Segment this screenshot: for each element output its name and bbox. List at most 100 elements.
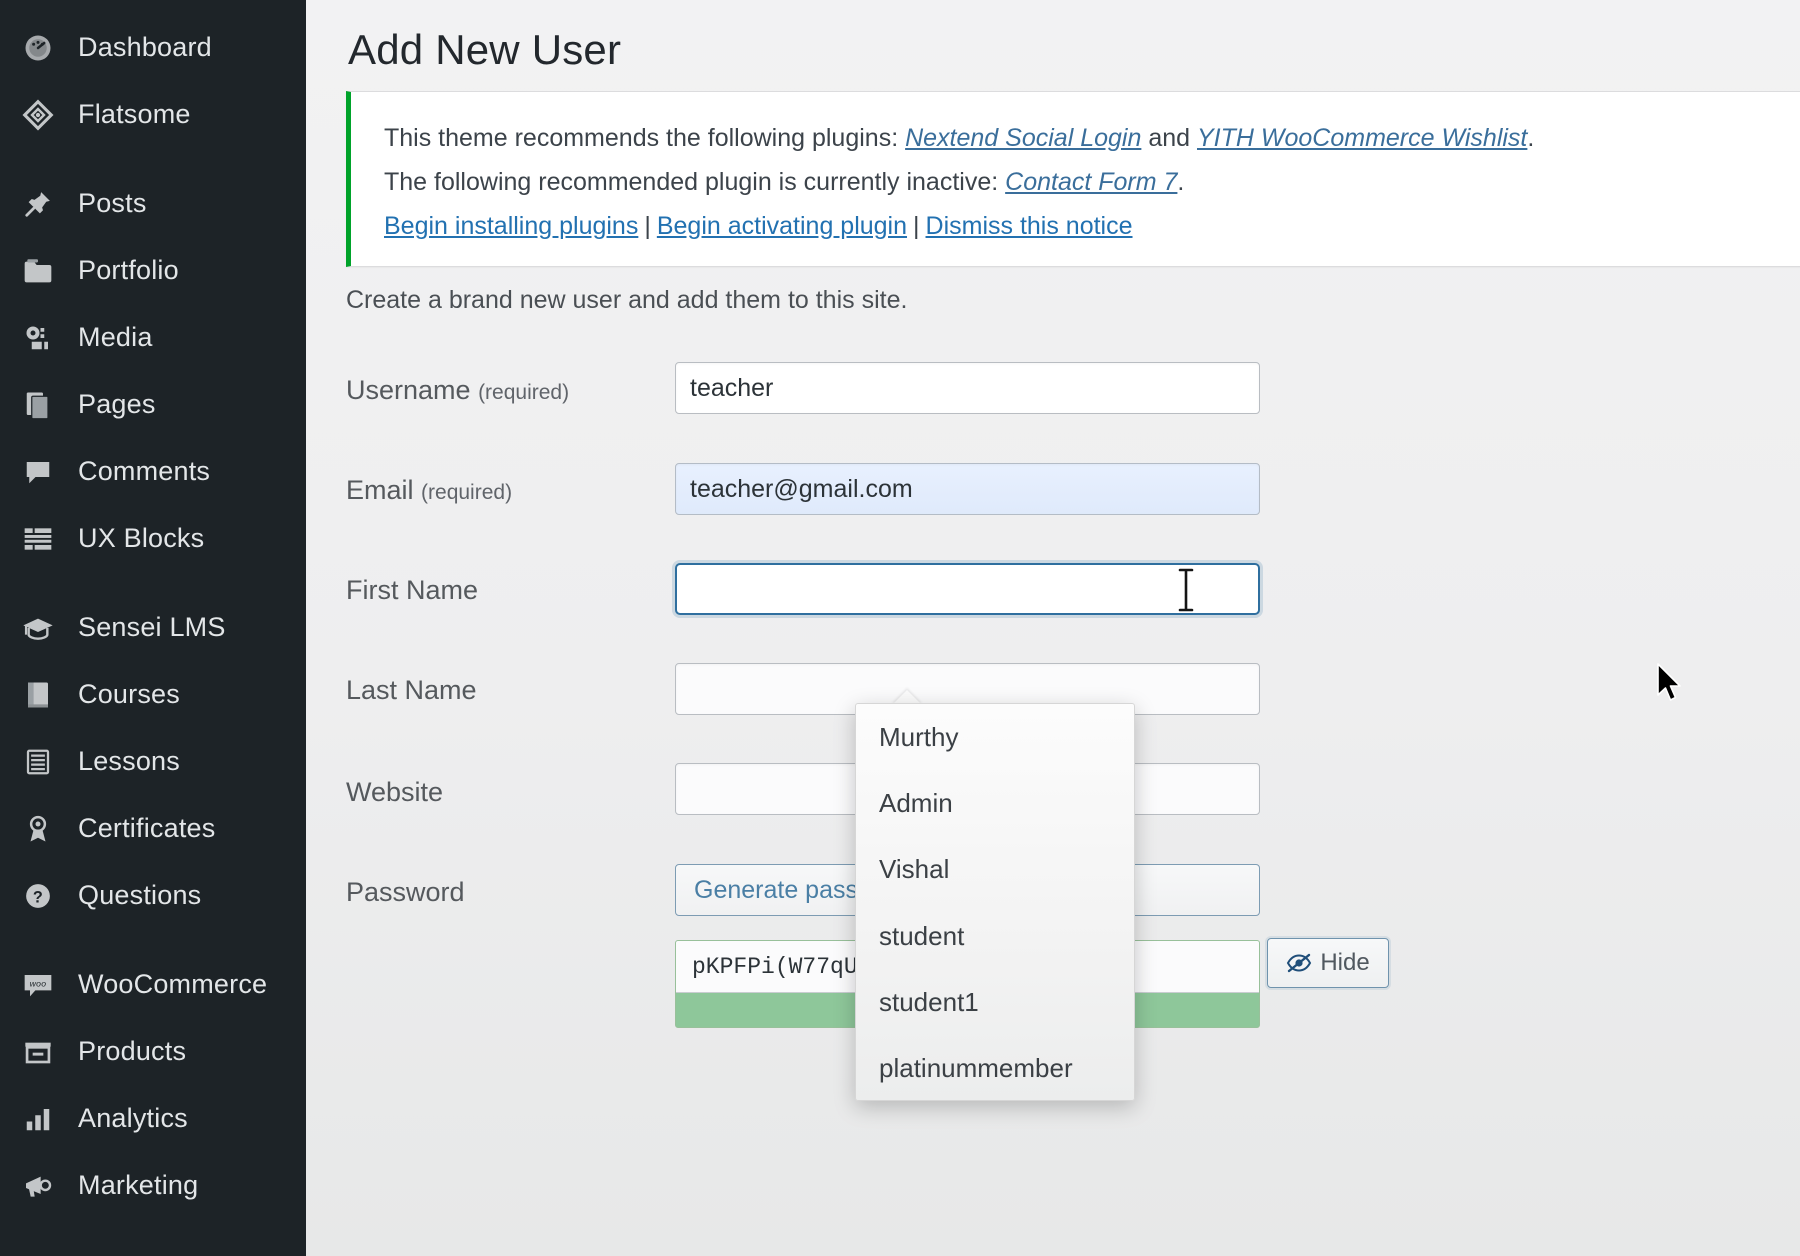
sidebar-item-label: Flatsome [78,99,191,129]
autocomplete-option[interactable]: student1 [856,969,1134,1035]
dashboard-icon [14,28,62,68]
sidebar-divider [0,1219,306,1241]
sidebar-item-label: Dashboard [78,32,212,62]
book-icon [14,675,62,715]
autocomplete-option[interactable]: platinummember [856,1035,1134,1100]
flatsome-diamond-icon [14,95,62,135]
username-label: Username (required) [346,375,569,406]
page-title: Add New User [348,26,622,73]
hide-button-label: Hide [1320,949,1370,976]
list-icon [14,742,62,782]
folder-icon [14,251,62,291]
blocks-icon [14,519,62,559]
username-label-text: Username [346,375,471,405]
sidebar-item-label: Comments [78,456,211,486]
username-required-note: (required) [478,381,570,404]
intro-text: Create a brand new user and add them to … [346,286,908,314]
notice-text-and: and [1148,124,1191,152]
action-divider: | [913,212,920,240]
sidebar-item-label: Posts [78,188,147,218]
sidebar-item-courses[interactable]: Courses [0,661,306,728]
dismiss-this-notice-link[interactable]: Dismiss this notice [926,212,1133,240]
product-box-icon [14,1032,62,1072]
autocomplete-option[interactable]: Vishal [856,837,1134,903]
sidebar-item-dashboard[interactable]: Dashboard [0,14,306,81]
begin-installing-plugins-link[interactable]: Begin installing plugins [384,212,638,240]
sidebar-item-label: Pages [78,389,156,419]
email-input[interactable]: teacher@gmail.com [675,463,1260,515]
pin-icon [14,184,62,224]
sidebar-item-label: Sensei LMS [78,612,226,642]
sidebar-item-label: Analytics [78,1103,188,1133]
notice-line-inactive: The following recommended plugin is curr… [384,168,1184,197]
question-circle-icon: ? [14,876,62,916]
bar-chart-icon [14,1099,62,1139]
link-contact-form-7[interactable]: Contact Form 7 [1005,168,1177,196]
action-divider: | [644,212,651,240]
sidebar-item-ux-blocks[interactable]: UX Blocks [0,505,306,572]
notice-text: The following recommended plugin is curr… [384,168,999,196]
sidebar-divider [0,148,306,170]
website-label: Website [346,777,444,807]
sidebar-item-media[interactable]: Media [0,304,306,371]
graduation-cap-icon [14,608,62,648]
notice-actions: Begin installing plugins | Begin activatin… [384,212,1133,241]
comment-bubble-icon [14,452,62,492]
app-root: Dashboard Flatsome Posts Portfolio Media… [0,0,1800,1256]
link-nextend-social-login[interactable]: Nextend Social Login [905,124,1141,152]
hide-password-button[interactable]: Hide [1267,938,1389,988]
autocomplete-option[interactable]: Murthy [856,704,1134,770]
text-ibeam-cursor [1175,568,1197,612]
sidebar-divider [0,929,306,951]
sidebar-item-questions[interactable]: ? Questions [0,862,306,929]
sidebar-item-label: Questions [78,880,202,910]
sidebar-item-appearance[interactable]: Appearance [0,1241,306,1256]
sidebar-item-label: Portfolio [78,255,179,285]
sidebar-item-label: Media [78,322,153,352]
svg-text:woo: woo [30,978,47,988]
svg-text:?: ? [33,888,43,906]
notice-line-recommends: This theme recommends the following plug… [384,124,1534,153]
sidebar-item-sensei-lms[interactable]: Sensei LMS [0,594,306,661]
award-ribbon-icon [14,809,62,849]
last-name-label: Last Name [346,675,477,705]
email-label-text: Email [346,475,414,505]
sidebar-item-label: UX Blocks [78,523,205,553]
pages-icon [14,385,62,425]
sidebar-item-posts[interactable]: Posts [0,170,306,237]
sidebar-item-portfolio[interactable]: Portfolio [0,237,306,304]
mouse-cursor [1656,663,1686,707]
sidebar-item-comments[interactable]: Comments [0,438,306,505]
sidebar-item-pages[interactable]: Pages [0,371,306,438]
admin-sidebar: Dashboard Flatsome Posts Portfolio Media… [0,0,306,1256]
password-label: Password [346,877,465,907]
sidebar-item-lessons[interactable]: Lessons [0,728,306,795]
email-label: Email (required) [346,475,512,506]
sidebar-item-flatsome[interactable]: Flatsome [0,81,306,148]
main-content: Add New User This theme recommends the f… [306,0,1800,1256]
sidebar-item-label: Lessons [78,746,180,776]
sidebar-item-label: Courses [78,679,180,709]
eye-slash-icon [1286,953,1312,973]
autocomplete-dropdown: Murthy Admin Vishal student student1 pla… [855,703,1135,1101]
sidebar-item-label: Certificates [78,813,216,843]
sidebar-item-marketing[interactable]: Marketing [0,1152,306,1219]
first-name-label: First Name [346,575,479,605]
autocomplete-option[interactable]: Admin [856,770,1134,836]
sidebar-item-woocommerce[interactable]: woo WooCommerce [0,951,306,1018]
first-name-input[interactable] [675,563,1260,615]
username-input[interactable]: teacher [675,362,1260,414]
notice-text: This theme recommends the following plug… [384,124,899,152]
begin-activating-plugin-link[interactable]: Begin activating plugin [657,212,907,240]
notice-period: . [1527,124,1535,152]
plugin-recommendation-notice: This theme recommends the following plug… [346,91,1800,267]
sidebar-item-products[interactable]: Products [0,1018,306,1085]
media-icon [14,318,62,358]
autocomplete-option[interactable]: student [856,903,1134,969]
sidebar-item-certificates[interactable]: Certificates [0,795,306,862]
sidebar-item-analytics[interactable]: Analytics [0,1085,306,1152]
link-yith-woocommerce-wishlist[interactable]: YITH WooCommerce Wishlist [1197,124,1527,152]
woo-icon: woo [14,965,62,1005]
sidebar-item-label: Marketing [78,1170,199,1200]
sidebar-item-label: Products [78,1036,187,1066]
